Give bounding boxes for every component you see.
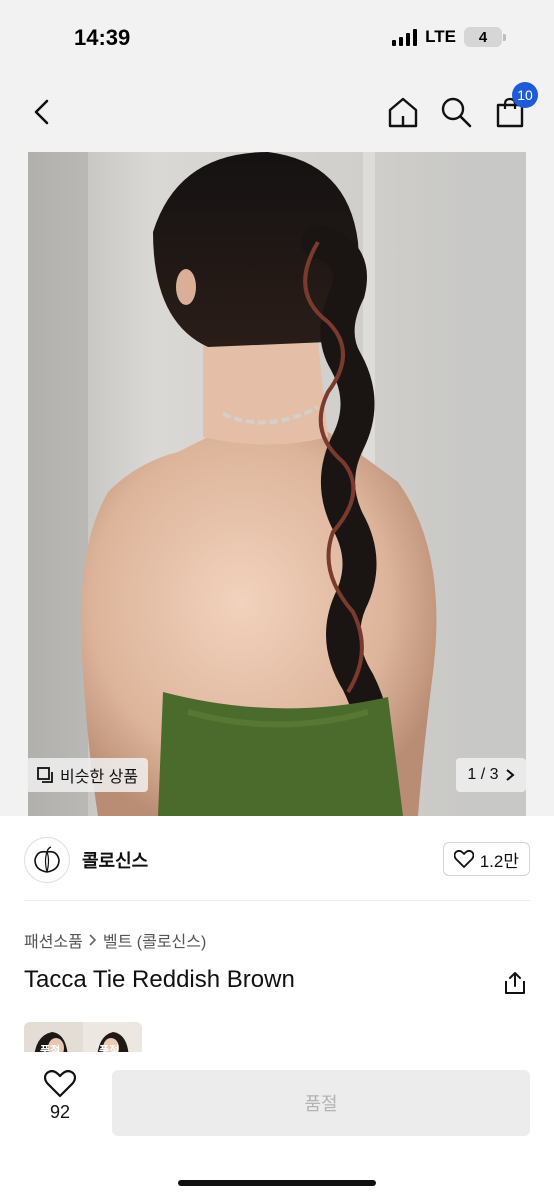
heart-icon (453, 850, 474, 868)
brand-like-button[interactable]: 1.2만 (442, 842, 530, 876)
share-button[interactable] (502, 970, 528, 996)
brand-logo-icon (34, 846, 60, 873)
similar-products-label: 비슷한 상품 (60, 769, 139, 786)
status-time: 14:39 (74, 25, 131, 50)
battery-icon: 4 (464, 27, 506, 47)
cart-count-badge: 10 (512, 82, 538, 108)
copy-icon (37, 767, 53, 783)
cart-button[interactable]: 10 (490, 82, 538, 132)
network-label: LTE (425, 27, 456, 46)
product-title: Tacca Tie Reddish Brown (24, 966, 295, 993)
chevron-right-icon (505, 769, 515, 781)
brand-like-count: 1.2만 (479, 851, 519, 871)
bottom-action-bar: 92 품절 (0, 1052, 554, 1200)
search-icon (441, 97, 472, 128)
status-bar: 14:39 LTE 4 (0, 0, 554, 70)
sold-out-button[interactable]: 품절 (112, 1070, 530, 1136)
signal-icon (392, 28, 418, 46)
divider (24, 900, 530, 901)
similar-products-button[interactable]: 비슷한 상품 (26, 758, 149, 792)
chevron-right-icon (89, 934, 97, 946)
breadcrumb-subcategory[interactable]: 벨트 (콜로신스) (103, 928, 206, 952)
back-button[interactable] (22, 92, 62, 132)
brand-row[interactable]: 콜로신스 1.2만 (24, 836, 530, 884)
share-icon (505, 972, 525, 994)
top-nav: 10 (0, 70, 554, 154)
search-button[interactable] (436, 92, 476, 132)
wishlist-count: 92 (49, 1102, 71, 1122)
chevron-left-icon (34, 99, 49, 125)
brand-name[interactable]: 콜로신스 (82, 847, 148, 873)
image-pager[interactable]: 1 / 3 (456, 758, 526, 792)
home-button[interactable] (383, 92, 423, 132)
breadcrumb: 패션소품 벨트 (콜로신스) (24, 928, 206, 952)
product-image[interactable] (28, 152, 526, 816)
wishlist-button[interactable]: 92 (34, 1070, 86, 1123)
home-indicator[interactable] (178, 1180, 376, 1186)
heart-icon (44, 1070, 76, 1098)
breadcrumb-category[interactable]: 패션소품 (24, 928, 83, 952)
product-photo (28, 152, 526, 816)
image-pager-count: 1 / 3 (467, 766, 499, 783)
home-icon (388, 97, 418, 128)
brand-logo[interactable] (24, 837, 70, 883)
status-indicators: LTE 4 (392, 27, 506, 47)
battery-level: 4 (464, 27, 502, 47)
